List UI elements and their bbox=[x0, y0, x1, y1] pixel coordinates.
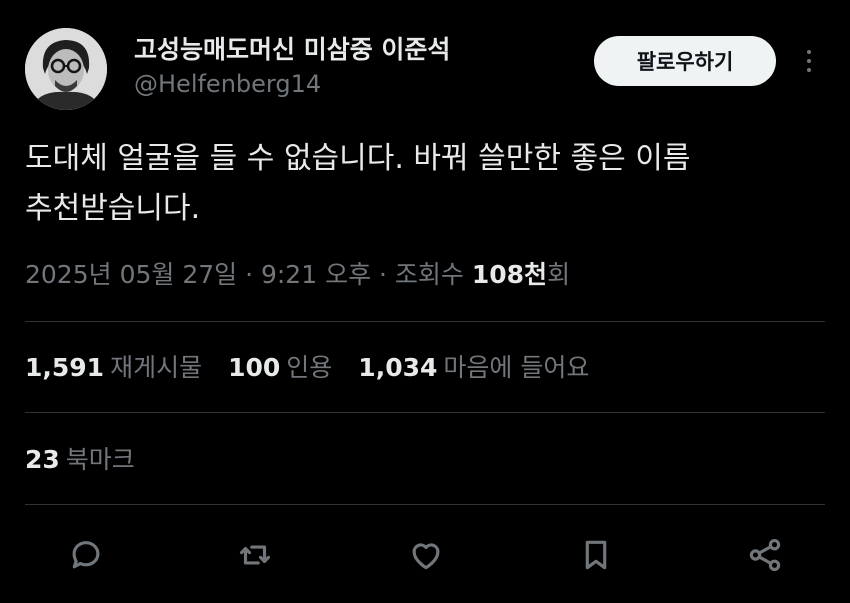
tweet-text: 도대체 얼굴을 들 수 없습니다. 바꿔 쓸만한 좋은 이름 추천받습니다. bbox=[25, 134, 825, 234]
avatar[interactable] bbox=[25, 28, 107, 110]
reposts-stat[interactable]: 1,591 재게시물 bbox=[25, 348, 202, 384]
tweet-meta: 2025년 05월 27일 · 9:21 오후 · 조회수 108천회 bbox=[25, 255, 570, 291]
views-count: 108천 bbox=[471, 260, 548, 289]
views-label: 조회수 bbox=[394, 260, 472, 289]
divider bbox=[25, 321, 825, 322]
reply-icon[interactable] bbox=[66, 535, 106, 575]
bookmarks-label: 북마크 bbox=[65, 445, 135, 474]
repost-icon[interactable] bbox=[235, 535, 275, 575]
divider bbox=[25, 412, 825, 413]
bookmarks-stat[interactable]: 23 북마크 bbox=[25, 440, 135, 476]
reposts-count: 1,591 bbox=[25, 353, 105, 382]
meta-separator: · bbox=[371, 260, 395, 289]
likes-count: 1,034 bbox=[358, 353, 438, 382]
bookmark-icon[interactable] bbox=[576, 535, 616, 575]
quotes-label: 인용 bbox=[286, 353, 333, 382]
follow-button[interactable]: 팔로우하기 bbox=[594, 36, 776, 86]
reposts-label: 재게시물 bbox=[110, 353, 203, 382]
likes-stat[interactable]: 1,034 마음에 들어요 bbox=[358, 348, 589, 384]
views-suffix: 회 bbox=[547, 260, 571, 289]
tweet-text-line: 도대체 얼굴을 들 수 없습니다. 바꿔 쓸만한 좋은 이름 bbox=[25, 141, 691, 176]
avatar-image bbox=[25, 28, 107, 110]
like-icon[interactable] bbox=[406, 535, 446, 575]
more-options-icon[interactable] bbox=[797, 45, 821, 77]
divider bbox=[25, 504, 825, 505]
likes-label: 마음에 들어요 bbox=[443, 353, 590, 382]
share-icon[interactable] bbox=[745, 535, 785, 575]
tweet-text-line: 추천받습니다. bbox=[25, 191, 201, 226]
engagement-stats: 1,591 재게시물 100 인용 1,034 마음에 들어요 bbox=[25, 348, 589, 384]
bookmarks-count: 23 bbox=[25, 445, 60, 474]
author-handle[interactable]: @Helfenberg14 bbox=[134, 70, 321, 98]
author-display-name[interactable]: 고성능매도머신 미삼중 이준석 bbox=[134, 30, 450, 66]
quotes-count: 100 bbox=[228, 353, 281, 382]
quotes-stat[interactable]: 100 인용 bbox=[228, 348, 332, 384]
tweet-timestamp[interactable]: 2025년 05월 27일 · 9:21 오후 bbox=[25, 260, 371, 289]
